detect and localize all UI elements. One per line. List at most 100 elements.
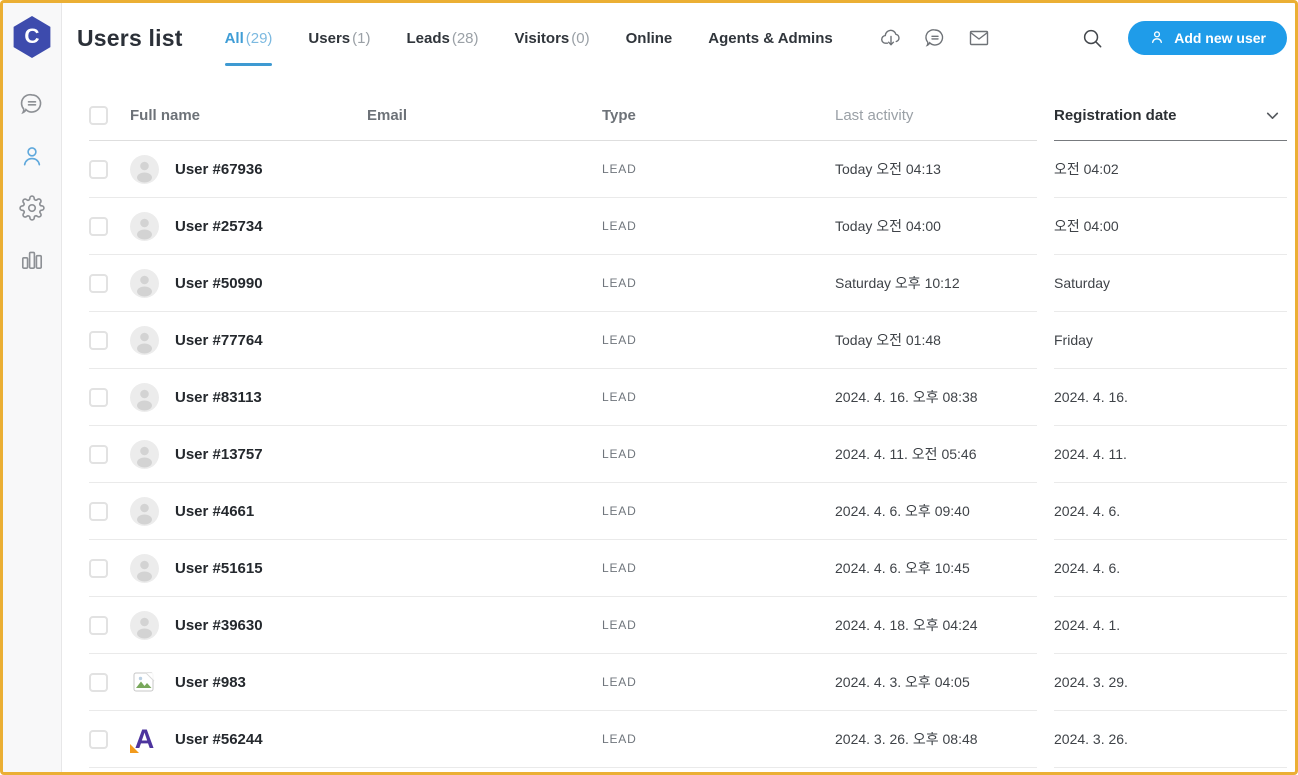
avatar-placeholder-icon <box>130 325 159 355</box>
table-row[interactable]: A User #83113 LEAD 2024. 4. 16. 오후 08:38… <box>89 369 1287 426</box>
select-all-checkbox[interactable] <box>89 106 108 125</box>
tab-label: All <box>224 29 244 47</box>
avatar: A <box>130 439 159 469</box>
user-name: User #51615 <box>175 559 263 577</box>
sidebar: C <box>3 3 62 772</box>
table-row[interactable]: A User #51615 LEAD 2024. 4. 6. 오후 10:45 … <box>89 540 1287 597</box>
table-row[interactable]: A User #50990 LEAD Saturday 오후 10:12 Sat… <box>89 255 1287 312</box>
row-checkbox[interactable] <box>89 273 108 293</box>
user-type: LEAD <box>602 447 637 461</box>
table-row[interactable]: A User #983 LEAD 2024. 4. 3. 오후 04:05 20… <box>89 654 1287 711</box>
user-icon <box>19 143 45 174</box>
registration-date: 2024. 4. 16. <box>1054 389 1128 405</box>
search-icon[interactable] <box>1081 27 1104 50</box>
add-user-label: Add new user <box>1174 30 1266 46</box>
user-name: User #83113 <box>175 388 262 406</box>
user-name: User #39630 <box>175 616 263 634</box>
table-row[interactable]: A User #77764 LEAD Today 오전 01:48 Friday <box>89 312 1287 369</box>
page-title: Users list <box>77 24 183 51</box>
row-checkbox[interactable] <box>89 558 108 578</box>
tab-count: (0) <box>571 29 590 47</box>
user-name: User #25734 <box>175 217 263 235</box>
table-row[interactable]: A User #39630 LEAD 2024. 4. 18. 오후 04:24… <box>89 597 1287 654</box>
row-checkbox[interactable] <box>89 387 108 407</box>
tab[interactable]: Leads (28) <box>406 26 478 51</box>
app-window: C Users list All (29) Users (1) Leads (2… <box>0 0 1298 775</box>
row-checkbox[interactable] <box>89 216 108 236</box>
row-checkbox[interactable] <box>89 729 108 749</box>
tab[interactable]: All (29) <box>224 26 273 66</box>
last-activity: 2024. 4. 11. 오전 05:46 <box>835 446 977 462</box>
column-header-registration-date[interactable]: Registration date <box>1054 107 1177 124</box>
row-checkbox[interactable] <box>89 615 108 635</box>
tab[interactable]: Users (1) <box>308 26 370 51</box>
table-row[interactable]: A User #25734 LEAD Today 오전 04:00 오전 04:… <box>89 198 1287 255</box>
user-name: User #983 <box>175 673 246 691</box>
bar-chart-icon <box>19 247 45 278</box>
tab[interactable]: Online <box>626 26 673 51</box>
main-content: Users list All(29) Users(1) Leads(28) <box>62 3 1295 772</box>
tab-count: (1) <box>352 29 371 47</box>
app-logo[interactable]: C <box>13 16 51 58</box>
registration-date: Saturday <box>1054 275 1111 291</box>
mail-icon[interactable] <box>967 26 991 50</box>
tab-count: (29) <box>245 29 273 47</box>
table-row[interactable]: A User #13757 LEAD 2024. 4. 11. 오전 05:46… <box>89 426 1287 483</box>
tab-count: (28) <box>451 29 479 47</box>
tab-label: Online <box>625 29 673 47</box>
row-checkbox[interactable] <box>89 330 108 350</box>
table-header: Full name Email Type Last activity Regis… <box>89 91 1287 141</box>
user-name: User #56244 <box>175 730 263 748</box>
table-row[interactable]: A User #56244 LEAD 2024. 3. 26. 오후 08:48… <box>89 711 1287 768</box>
row-checkbox[interactable] <box>89 501 108 521</box>
tab[interactable]: Agents & Admins <box>708 26 832 51</box>
user-name: User #77764 <box>175 331 263 349</box>
avatar-placeholder-icon <box>130 553 159 583</box>
tab-bar: All (29) Users (1) Leads (28) Visitors (0) <box>224 26 833 66</box>
row-checkbox[interactable] <box>89 444 108 464</box>
registration-date: Friday <box>1054 332 1093 348</box>
last-activity: 2024. 4. 6. 오후 10:45 <box>835 560 970 576</box>
broken-image-icon <box>130 668 159 697</box>
registration-date: 2024. 3. 26. <box>1054 731 1128 747</box>
registration-date: 2024. 4. 11. <box>1054 446 1127 462</box>
avatar: A <box>130 382 159 412</box>
table-row[interactable]: A User #67936 LEAD Today 오전 04:13 오전 04:… <box>89 141 1287 198</box>
letter-a-avatar: A <box>130 725 159 754</box>
user-name: User #67936 <box>175 160 263 178</box>
user-type: LEAD <box>602 561 637 575</box>
sidebar-item-reports[interactable] <box>18 248 46 276</box>
registration-date: 오전 04:00 <box>1054 218 1119 234</box>
user-type: LEAD <box>602 162 637 176</box>
chat-bubble-icon[interactable] <box>923 26 947 50</box>
tab-label: Visitors <box>514 29 570 47</box>
registration-date: 오전 04:02 <box>1054 161 1119 177</box>
avatar: A <box>130 325 159 355</box>
sidebar-nav <box>18 92 46 276</box>
user-type: LEAD <box>602 219 637 233</box>
row-checkbox[interactable] <box>89 159 108 179</box>
avatar-placeholder-icon <box>130 382 159 412</box>
tab-label: Users <box>308 29 351 47</box>
avatar-placeholder-icon <box>130 496 159 526</box>
column-header-full-name: Full name <box>130 107 201 124</box>
chevron-down-icon[interactable] <box>1264 107 1281 124</box>
avatar-placeholder-icon <box>130 439 159 469</box>
tab[interactable]: Visitors (0) <box>515 26 590 51</box>
last-activity: Today 오전 04:13 <box>835 161 941 177</box>
topbar: Users list All(29) Users(1) Leads(28) <box>62 3 1295 73</box>
column-header-last-activity: Last activity <box>835 106 914 124</box>
table-row[interactable]: A User #4661 LEAD 2024. 4. 6. 오후 09:40 2… <box>89 483 1287 540</box>
sidebar-item-chats[interactable] <box>18 92 46 120</box>
avatar-placeholder-icon <box>130 211 159 241</box>
action-icons <box>879 26 991 50</box>
cloud-download-icon[interactable] <box>879 26 903 50</box>
add-new-user-button[interactable]: Add new user <box>1128 21 1287 55</box>
sidebar-item-users[interactable] <box>18 144 46 172</box>
registration-date: 2024. 4. 1. <box>1054 617 1121 633</box>
avatar-placeholder-icon <box>130 610 159 640</box>
sidebar-item-settings[interactable] <box>18 194 46 224</box>
avatar: A <box>130 268 159 298</box>
row-checkbox[interactable] <box>89 672 108 692</box>
avatar: A <box>130 725 159 754</box>
